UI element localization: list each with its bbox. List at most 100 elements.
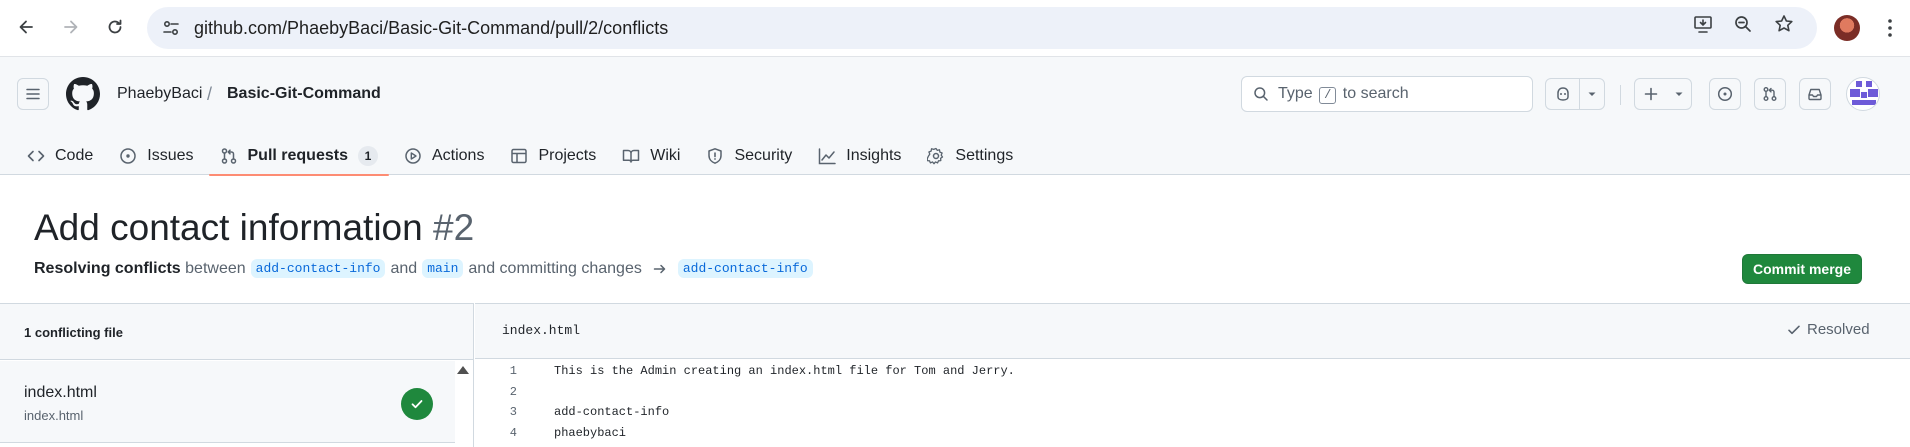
user-avatar[interactable]: [1846, 77, 1880, 111]
base-branch-label[interactable]: main: [422, 259, 464, 278]
head-branch-label[interactable]: add-contact-info: [250, 259, 386, 278]
site-info-icon[interactable]: [161, 18, 181, 38]
check-icon: [1788, 325, 1800, 334]
committing-text: and committing changes: [468, 259, 642, 277]
zoom-icon[interactable]: [1732, 13, 1754, 35]
code-line: 2: [475, 382, 1910, 403]
inbox-icon: [1808, 88, 1822, 101]
code-line: 3 add-contact-info: [475, 402, 1910, 423]
repo-owner-link[interactable]: PhaebyBaci: [117, 85, 202, 103]
tab-insights[interactable]: Insights: [807, 137, 912, 175]
scrollbar-up-arrow[interactable]: [457, 366, 469, 374]
tab-label: Pull requests: [247, 147, 348, 164]
plus-icon: [1635, 79, 1667, 109]
install-app-icon[interactable]: [1692, 13, 1714, 35]
resolving-label: Resolving conflicts: [34, 259, 181, 277]
tab-label: Projects: [538, 147, 597, 164]
header-divider: [1620, 85, 1621, 105]
address-bar[interactable]: github.com/PhaebyBaci/Basic-Git-Command/…: [147, 7, 1817, 49]
issue-icon: [1717, 86, 1733, 102]
tab-label: Issues: [147, 147, 194, 164]
copilot-dropdown-icon[interactable]: [1580, 79, 1604, 109]
code-line: 1 This is the Admin creating an index.htm…: [475, 361, 1910, 382]
chevron-down-icon: [1667, 79, 1691, 109]
tab-label: Settings: [955, 147, 1014, 164]
forward-button[interactable]: [57, 13, 85, 41]
conflict-count: 1 conflicting file: [24, 325, 123, 340]
line-content: This is the Admin creating an index.html…: [554, 364, 1015, 378]
shield-icon: [708, 148, 723, 164]
pull-request-count-badge: 1: [357, 146, 378, 166]
hamburger-menu-button[interactable]: [17, 78, 49, 110]
page-title: Add contact information #2: [34, 207, 474, 249]
pr-number: #2: [433, 207, 475, 248]
play-icon: [405, 148, 421, 164]
tab-wiki[interactable]: Wiki: [611, 137, 691, 175]
line-number: 4: [509, 425, 517, 440]
pull-request-icon: [1763, 87, 1777, 101]
tab-label: Insights: [846, 147, 902, 164]
menu-icon: [26, 88, 40, 100]
issue-icon: [120, 148, 136, 164]
code-editor[interactable]: 1 This is the Admin creating an index.htm…: [475, 361, 1910, 443]
browser-toolbar: github.com/PhaebyBaci/Basic-Git-Command/…: [0, 0, 1910, 57]
conflict-summary: Resolving conflicts between add-contact-…: [34, 259, 818, 278]
commit-merge-button[interactable]: Commit merge: [1742, 254, 1862, 284]
copilot-button[interactable]: [1545, 78, 1605, 110]
copilot-icon[interactable]: [1546, 79, 1580, 109]
code-line: 4 phaebybaci: [475, 423, 1910, 444]
editor-filename: index.html: [502, 323, 581, 338]
between-text: between: [185, 259, 246, 277]
file-path: index.html: [24, 408, 84, 423]
back-button[interactable]: [12, 13, 40, 41]
repo-nav-tabs: Code Issues Pull requests 1 Actions Proj…: [16, 137, 1028, 176]
browser-menu-icon[interactable]: [1880, 14, 1900, 42]
pull-requests-button[interactable]: [1754, 78, 1786, 110]
line-number: 2: [509, 384, 517, 399]
tab-settings[interactable]: Settings: [916, 137, 1024, 175]
resolved-status: Resolved: [1787, 321, 1870, 338]
tab-security[interactable]: Security: [695, 137, 803, 175]
tab-label: Security: [734, 147, 793, 164]
graph-icon: [819, 148, 837, 165]
inbox-button[interactable]: [1799, 78, 1831, 110]
tab-actions[interactable]: Actions: [393, 137, 495, 175]
tab-label: Actions: [431, 147, 485, 164]
reload-button[interactable]: [101, 13, 129, 41]
pr-title-text: Add contact information: [34, 207, 423, 248]
issues-button[interactable]: [1709, 78, 1741, 110]
repo-name-link[interactable]: Basic-Git-Command: [227, 85, 381, 103]
conflict-editor: index.html Resolved 1 This is the Admin c…: [475, 303, 1910, 447]
arrow-left-icon: [19, 20, 33, 34]
book-icon: [623, 149, 640, 163]
bookmark-star-icon[interactable]: [1773, 13, 1795, 35]
arrow-right-icon: [64, 20, 78, 34]
list-item[interactable]: index.html index.html: [0, 361, 455, 443]
tab-label: Code: [55, 147, 94, 164]
tab-projects[interactable]: Projects: [499, 137, 607, 175]
tab-code[interactable]: Code: [16, 137, 104, 175]
reload-icon: [108, 19, 122, 34]
url-text[interactable]: github.com/PhaebyBaci/Basic-Git-Command/…: [194, 7, 668, 49]
conflict-file-list-header: 1 conflicting file: [0, 304, 473, 360]
gear-icon: [927, 147, 944, 165]
pull-request-icon: [221, 148, 236, 164]
target-branch-label[interactable]: add-contact-info: [677, 259, 813, 278]
tab-label: Wiki: [650, 147, 681, 164]
search-input[interactable]: Type / to search: [1241, 76, 1533, 112]
github-header: PhaebyBaci / Basic-Git-Command Type / to…: [0, 57, 1910, 176]
arrow-right-icon: [653, 264, 666, 273]
search-placeholder: Type / to search: [1278, 85, 1409, 104]
and-text: and: [390, 259, 418, 277]
search-icon: [1254, 87, 1268, 101]
code-icon: [27, 150, 45, 162]
line-content: add-contact-info: [554, 405, 670, 419]
create-new-button[interactable]: [1634, 78, 1692, 110]
github-logo-icon[interactable]: [66, 77, 100, 111]
tab-issues[interactable]: Issues: [108, 137, 204, 175]
browser-profile-avatar[interactable]: [1834, 15, 1860, 41]
table-icon: [511, 148, 528, 164]
tab-pull-requests[interactable]: Pull requests 1: [208, 137, 390, 176]
resolved-check-icon: [401, 388, 433, 420]
line-number: 1: [509, 364, 517, 378]
